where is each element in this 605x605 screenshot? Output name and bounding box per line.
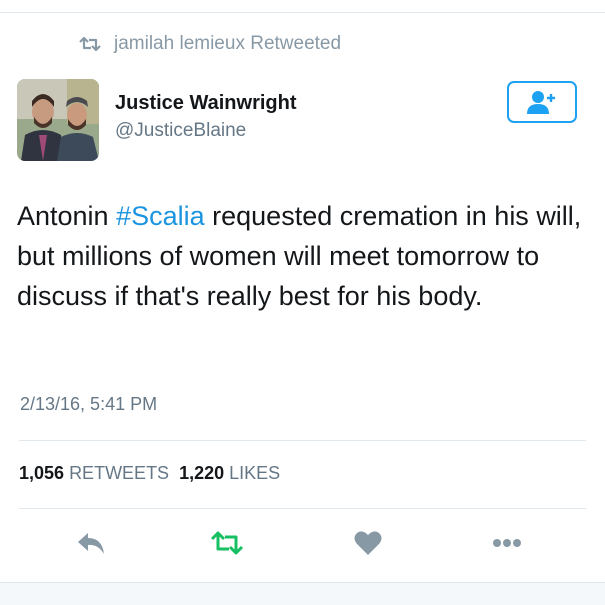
tweet-text-before: Antonin: [17, 201, 117, 231]
author-names: Justice Wainwright @JusticeBlaine: [115, 92, 297, 142]
retweets-count[interactable]: 1,056: [19, 463, 64, 483]
display-name[interactable]: Justice Wainwright: [115, 92, 297, 115]
retweets-label[interactable]: RETWEETS: [69, 463, 169, 483]
timestamp[interactable]: 2/13/16, 5:41 PM: [20, 394, 157, 415]
retweet-icon: [79, 36, 101, 52]
tweet-text: Antonin #Scalia requested cremation in h…: [17, 196, 587, 316]
top-divider: [0, 12, 605, 13]
stats-top-divider: [19, 440, 586, 441]
heart-icon: [354, 531, 382, 555]
like-button[interactable]: [348, 525, 388, 561]
retweet-icon: [210, 531, 244, 555]
retweet-context: jamilah lemieux Retweeted: [78, 33, 341, 55]
more-button[interactable]: [487, 525, 527, 561]
user-handle[interactable]: @JusticeBlaine: [115, 120, 297, 142]
more-icon: [493, 539, 521, 547]
add-user-icon: [527, 91, 555, 114]
reply-icon: [78, 533, 104, 554]
retweet-button[interactable]: [207, 525, 247, 561]
likes-count[interactable]: 1,220: [179, 463, 224, 483]
stats-bottom-divider: [19, 508, 586, 509]
tweet-stats: 1,056 RETWEETS 1,220 LIKES: [19, 463, 280, 484]
reply-button[interactable]: [71, 525, 111, 561]
avatar[interactable]: [17, 79, 99, 161]
bottom-band: [0, 582, 605, 605]
retweet-context-text: jamilah lemieux Retweeted: [114, 33, 342, 54]
follow-button[interactable]: [507, 81, 577, 123]
action-bar: [0, 525, 605, 561]
hashtag-link[interactable]: #Scalia: [116, 201, 205, 231]
likes-label[interactable]: LIKES: [229, 463, 280, 483]
